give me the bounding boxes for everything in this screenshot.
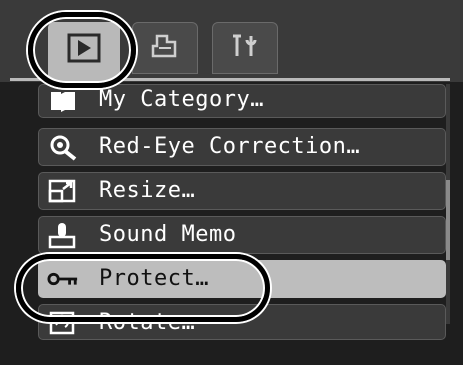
menu-item-resize[interactable]: Resize… (38, 172, 446, 210)
print-icon (149, 32, 181, 64)
highlight-ring-play-tab (28, 12, 136, 88)
resize-icon (47, 177, 79, 205)
menu-item-sound-memo[interactable]: Sound Memo (38, 216, 446, 254)
menu-item-my-category[interactable]: My Category… (38, 84, 446, 118)
menu-item-label: Sound Memo (99, 222, 237, 247)
menu-item-label: Red-Eye Correction… (99, 134, 361, 159)
scrollbar-thumb[interactable] (446, 180, 450, 260)
wrench-icon (229, 32, 261, 64)
microphone-icon (47, 221, 79, 249)
tab-setup[interactable] (212, 22, 278, 74)
tab-print[interactable] (132, 22, 198, 74)
menu-item-label: Resize… (99, 178, 196, 203)
menu-item-label: My Category… (99, 87, 264, 112)
camera-lcd-screen: My Category… Red-Eye Correction… Resize…… (0, 0, 463, 365)
menu-item-red-eye-correction[interactable]: Red-Eye Correction… (38, 128, 446, 166)
eye-correction-icon (47, 133, 79, 161)
book-icon (47, 87, 79, 115)
highlight-ring-protect (16, 254, 270, 322)
